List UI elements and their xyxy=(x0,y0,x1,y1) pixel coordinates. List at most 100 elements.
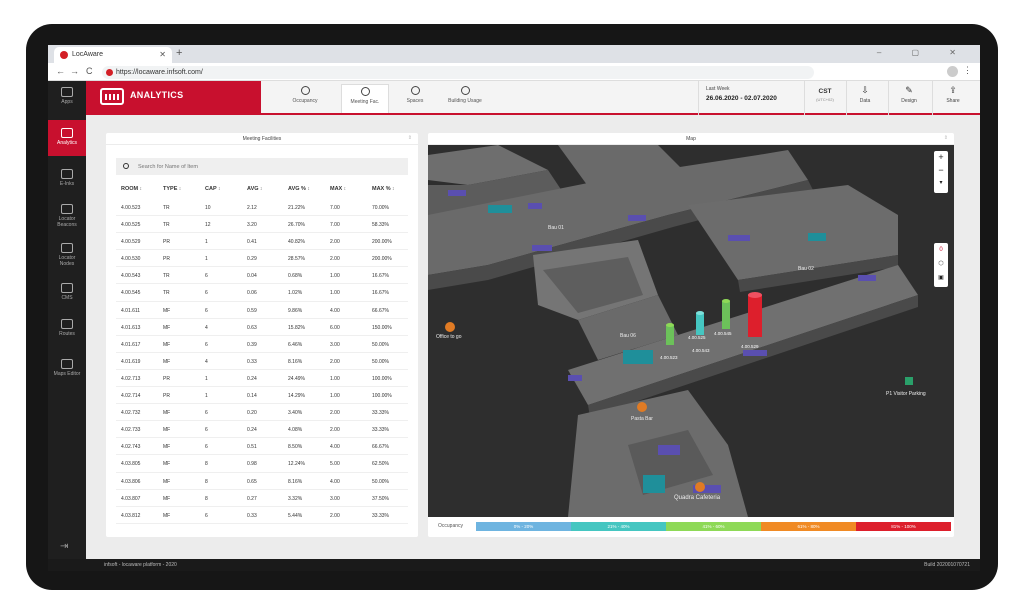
reload-icon[interactable]: C xyxy=(86,66,93,76)
tab-label: Meeting Fac. xyxy=(350,99,380,105)
sidebar-item-label: Locator Nodes xyxy=(58,255,76,267)
column-header-type[interactable]: TYPE xyxy=(163,186,181,192)
room-marker[interactable]: 4.00.543 xyxy=(692,348,710,353)
table-row[interactable]: 4.02.732 MF 6 0.20 3.40% 2.00 33.33% xyxy=(116,404,408,422)
sidebar-item-cms[interactable]: CMS xyxy=(48,283,86,301)
sidebar-item-e-inks[interactable]: E-Inks xyxy=(48,169,86,187)
table-cell: 4.01.611 xyxy=(121,307,141,314)
table-row[interactable]: 4.00.523 TR 10 2.12 21.22% 7.00 70.00% xyxy=(116,199,408,217)
data-button[interactable]: ⇩ Data xyxy=(846,85,884,104)
back-arrow-icon[interactable]: ← xyxy=(56,66,65,76)
table-cell: 12.24% xyxy=(288,461,305,468)
zoom-controls: + − ▾ xyxy=(934,151,948,193)
table-row[interactable]: 4.03.812 MF 6 0.33 5.44% 2.00 33.33% xyxy=(116,507,408,524)
timezone-selector[interactable]: CST (UTC+02) xyxy=(808,88,842,102)
sidebar-item-analytics[interactable]: Analytics xyxy=(48,120,86,156)
table-cell: 4.02.732 xyxy=(121,410,141,417)
room-marker[interactable]: 4.00.525 xyxy=(688,335,706,340)
table-row[interactable]: 4.02.743 MF 6 0.51 8.50% 4.00 66.67% xyxy=(116,438,408,456)
column-header-max[interactable]: MAX xyxy=(330,186,346,192)
table-row[interactable]: 4.00.529 PR 1 0.41 40.82% 2.00 200.00% xyxy=(116,233,408,251)
table-row[interactable]: 4.00.530 PR 1 0.29 28.57% 2.00 200.00% xyxy=(116,250,408,268)
table-cell: 4.03.807 xyxy=(121,495,141,502)
table-cell: MF xyxy=(163,495,171,502)
table-row[interactable]: 4.01.611 MF 6 0.59 9.86% 4.00 66.67% xyxy=(116,302,408,319)
table-row[interactable]: 4.02.713 PR 1 0.24 24.49% 1.00 100.00% xyxy=(116,370,408,388)
table-cell: 10 xyxy=(205,205,211,211)
panel-header: Map ⇕ xyxy=(428,133,954,145)
legend-title: Occupancy xyxy=(438,523,464,529)
logout-icon[interactable]: ⇥ xyxy=(60,541,68,552)
table-cell: TR xyxy=(163,290,170,297)
tab-label: Building Usage xyxy=(448,98,482,104)
browser-tab-bar: LocAware ✕ + – ▢ ✕ xyxy=(48,45,980,63)
sidebar-item-routes[interactable]: Routes xyxy=(48,319,86,337)
table-cell: 6 xyxy=(205,273,208,280)
table-row[interactable]: 4.00.525 TR 12 3.20 26.70% 7.00 58.33% xyxy=(116,216,408,234)
tab-spaces[interactable]: Spaces xyxy=(391,84,439,113)
table-row[interactable]: 4.01.617 MF 6 0.39 6.46% 3.00 50.00% xyxy=(116,336,408,353)
drag-handle-icon[interactable]: ⇕ xyxy=(408,135,412,141)
tab-building-usage[interactable]: Building Usage xyxy=(438,84,492,113)
room-marker[interactable]: 4.00.545 xyxy=(714,331,732,336)
room-marker[interactable]: 4.00.529 xyxy=(741,344,759,349)
close-tab-icon[interactable]: ✕ xyxy=(159,50,166,59)
profile-avatar[interactable] xyxy=(947,66,958,77)
column-header-max-pct[interactable]: MAX % xyxy=(372,186,395,192)
tab-occupancy[interactable]: Occupancy xyxy=(281,84,329,113)
forward-arrow-icon[interactable]: → xyxy=(70,66,79,76)
table-row[interactable]: 4.02.714 PR 1 0.14 14.29% 1.00 100.00% xyxy=(116,387,408,405)
column-header-room[interactable]: ROOM xyxy=(121,186,142,192)
table-cell: 0.68% xyxy=(288,273,303,280)
sidebar-item-locator-nodes[interactable]: Locator Nodes xyxy=(48,243,86,267)
floor-map[interactable]: Bau 01 Bau 02 Bau 06 Office to go Pasta … xyxy=(428,145,954,517)
zoom-in-button[interactable]: + xyxy=(934,151,948,164)
table-cell: 40.82% xyxy=(288,239,305,246)
table-cell: 50.00% xyxy=(372,341,389,348)
browser-tab[interactable]: LocAware ✕ xyxy=(54,47,172,63)
camera-icon[interactable]: ▣ xyxy=(934,271,948,285)
table-row[interactable]: 4.02.733 MF 6 0.24 4.08% 2.00 33.33% xyxy=(116,421,408,439)
column-header-avg[interactable]: AVG xyxy=(247,186,262,192)
table-row[interactable]: 4.03.806 MF 8 0.65 8.16% 4.00 50.00% xyxy=(116,473,408,490)
3d-view-icon[interactable]: ⬡ xyxy=(934,257,948,271)
search-input[interactable] xyxy=(116,158,408,175)
table-cell: 50.00% xyxy=(372,478,389,485)
drag-handle-icon[interactable]: ⇕ xyxy=(944,135,948,141)
sidebar-item-apps[interactable]: Apps xyxy=(48,87,86,105)
room-marker[interactable]: 4.00.523 xyxy=(660,355,678,360)
table-cell: MF xyxy=(163,461,171,468)
sidebar-item-maps-editor[interactable]: Maps Editor xyxy=(48,359,86,377)
window-controls[interactable]: – ▢ ✕ xyxy=(877,48,970,57)
tab-meeting-fac[interactable]: Meeting Fac. xyxy=(341,84,389,113)
table-cell: 0.39 xyxy=(247,341,257,348)
floor-level-toggle[interactable]: 0 xyxy=(934,243,948,257)
table-cell: 150.00% xyxy=(372,324,392,331)
table-cell: 4.02.713 xyxy=(121,375,141,382)
url-field[interactable]: https://locaware.infsoft.com/ xyxy=(102,66,814,79)
table-cell: 16.67% xyxy=(372,273,389,280)
table-row[interactable]: 4.03.807 MF 8 0.27 3.32% 3.00 37.50% xyxy=(116,490,408,507)
table-row[interactable]: 4.01.613 MF 4 0.63 15.82% 6.00 150.00% xyxy=(116,319,408,336)
table-row[interactable]: 4.00.543 TR 6 0.04 0.68% 1.00 16.67% xyxy=(116,267,408,285)
facilities-table: ROOM TYPE CAP AVG AVG % MAX MAX % 4.00.5… xyxy=(116,179,408,524)
design-button[interactable]: ✎ Design xyxy=(890,85,928,104)
clock-icon xyxy=(360,87,370,96)
site-icon xyxy=(106,69,113,76)
table-cell: 2.00 xyxy=(330,358,340,365)
table-row[interactable]: 4.00.545 TR 6 0.06 1.02% 1.00 16.67% xyxy=(116,284,408,302)
sidebar-item-locator-beacons[interactable]: Locator Beacons xyxy=(48,204,86,228)
column-header-cap[interactable]: CAP xyxy=(205,186,221,192)
share-button[interactable]: ⇪ Share xyxy=(934,85,972,104)
table-row[interactable]: 4.03.805 MF 8 0.98 12.24% 5.00 62.50% xyxy=(116,455,408,473)
compass-icon[interactable]: ▾ xyxy=(934,177,948,190)
browser-menu-icon[interactable]: ⋮ xyxy=(963,65,972,76)
date-range-picker[interactable]: Last Week 26.06.2020 - 02.07.2020 xyxy=(706,86,777,102)
new-tab-button[interactable]: + xyxy=(176,47,182,59)
panel-title: Meeting Facilities xyxy=(242,136,282,142)
table-cell: TR xyxy=(163,273,170,280)
table-row[interactable]: 4.01.619 MF 4 0.33 8.16% 2.00 50.00% xyxy=(116,353,408,371)
column-header-avg-pct[interactable]: AVG % xyxy=(288,186,310,192)
zoom-out-button[interactable]: − xyxy=(934,164,948,177)
table-cell: 1 xyxy=(205,239,208,246)
